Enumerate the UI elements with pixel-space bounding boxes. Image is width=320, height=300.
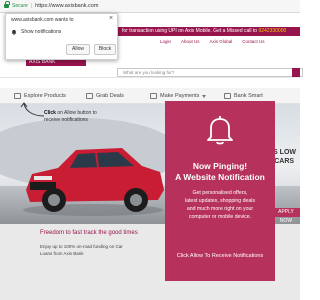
bell-icon [11, 29, 17, 35]
section-line-2: Loans from Axis Bank [40, 251, 84, 256]
ticker-text: for transaction using UPI on Axis Mobile… [122, 28, 259, 34]
nav-label: Make Payments [160, 93, 200, 99]
instruction-line2: receive notifications [44, 117, 88, 123]
notification-promo-card: Now Pinging! A Website Notification Get … [165, 101, 275, 281]
close-icon[interactable]: × [109, 15, 113, 23]
card-title-line-1: Now Pinging! [192, 161, 248, 171]
popup-origin: www.axisbank.com wants to [11, 17, 74, 23]
allow-button[interactable]: Allow [66, 44, 90, 55]
nav-explore-products[interactable]: Explore Products [14, 93, 66, 99]
card-body-line: and much more right on your [186, 206, 254, 212]
secure-label: Secure [12, 3, 28, 9]
block-button[interactable]: Block [94, 44, 116, 55]
nav-make-payments[interactable]: Make Payments [150, 93, 207, 99]
deals-icon [86, 93, 93, 99]
chevron-down-icon [202, 94, 207, 98]
topnav-contact[interactable]: Contact Us [242, 39, 264, 44]
notification-permission-popup: www.axisbank.com wants to × Show notific… [5, 13, 118, 60]
nav-grab-deals[interactable]: Grab Deals [86, 93, 124, 99]
car-image [23, 148, 164, 216]
apply-now-button[interactable]: APPLY NOW [272, 208, 300, 224]
address-bar[interactable]: Secure | https://www.axisbank.com [0, 0, 300, 13]
topnav-global[interactable]: Axis Global [210, 39, 233, 44]
lock-icon [4, 1, 10, 8]
url-text[interactable]: https://www.axisbank.com [35, 3, 98, 9]
bell-icon [207, 116, 233, 145]
ticker-number[interactable]: 9242330000 [258, 28, 286, 34]
topnav-login[interactable]: Login [160, 39, 171, 44]
search-input[interactable]: What are you looking for? [117, 68, 303, 77]
card-body-line: computer or mobile device. [188, 214, 252, 220]
url-separator: | [30, 3, 33, 9]
bank-smart-icon [224, 93, 231, 99]
products-icon [14, 93, 21, 99]
nav-bank-smart[interactable]: Bank Smart [224, 93, 263, 99]
nav-label: Bank Smart [234, 93, 263, 99]
instruction-bold: Click [44, 110, 56, 116]
card-body: Get personalised offers, latest updates,… [171, 189, 269, 221]
nav-label: Explore Products [24, 93, 66, 99]
instruction-line1: on Allow button to [55, 110, 97, 116]
card-cta: Click Allow To Receive Notifications [176, 253, 264, 259]
top-nav: Login About Us Axis Global Contact Us [160, 39, 265, 44]
section-line-1: Enjoy up to 100% on-road funding on Car [40, 244, 123, 249]
card-body-line: latest updates, shopping deals [184, 198, 256, 204]
topnav-about[interactable]: About Us [181, 39, 200, 44]
payments-icon [150, 93, 157, 99]
popup-request: Show notifications [21, 29, 62, 35]
search-icon[interactable] [292, 68, 300, 77]
announcement-ticker: for transaction using UPI on Axis Mobile… [118, 27, 300, 36]
section-title: Freedom to fast track the good times [40, 230, 138, 236]
allow-instruction: Click on Allow button to receive notific… [44, 110, 97, 124]
card-body-line: Get personalised offers, [192, 190, 248, 196]
nav-label: Grab Deals [96, 93, 124, 99]
card-title-line-2: A Website Notification [175, 172, 265, 182]
popup-request-row: Show notifications [11, 29, 61, 35]
